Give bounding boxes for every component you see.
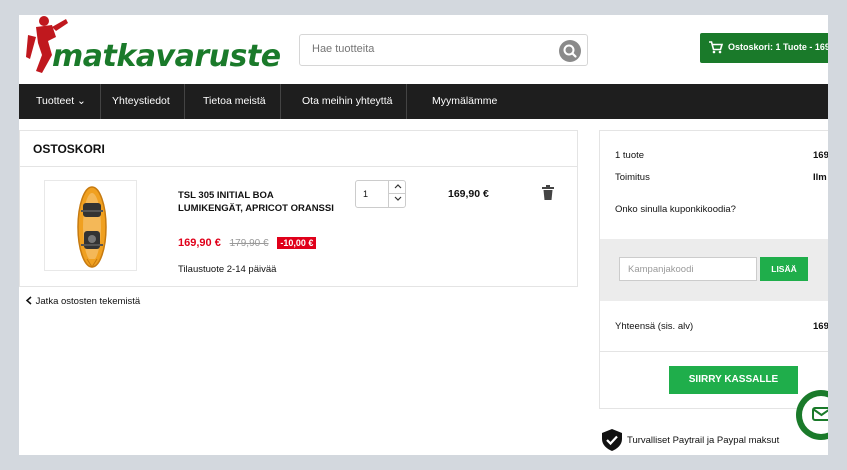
line-total: 169,90 € <box>448 188 489 200</box>
checkout-button[interactable]: SIIRRY KASSALLE <box>669 366 798 394</box>
price-row: 169,90 € 179,90 € -10,00 € <box>178 237 317 251</box>
chevron-up-icon <box>394 184 401 189</box>
order-summary: 1 tuote 169 Toimitus Ilm Onko sinulla ku… <box>599 130 828 409</box>
summary-divider <box>600 351 828 352</box>
continue-shopping-label: Jatka ostosten tekemistä <box>35 296 141 307</box>
search-bar <box>299 34 588 66</box>
shipping-value: Ilm <box>813 172 827 183</box>
quantity-up-button[interactable] <box>388 181 406 194</box>
cart-panel: OSTOSKORI TSL 305 INITIAL BOA LUMIKENGÄT… <box>19 130 578 287</box>
nav-item-myymalamme[interactable]: Myymälämme <box>418 84 511 119</box>
secure-payments-text: Turvalliset Paytrail ja Paypal maksut <box>627 435 780 446</box>
nav-item-tuotteet[interactable]: Tuotteet ⌄ <box>22 84 101 119</box>
total-value: 169 <box>813 321 828 332</box>
coupon-question[interactable]: Onko sinulla kuponkikoodia? <box>615 204 736 215</box>
cart-title: OSTOSKORI <box>33 142 105 156</box>
site-logo[interactable]: matkavaruste <box>22 15 292 77</box>
quantity-down-button[interactable] <box>388 194 406 207</box>
nav-item-tietoa-meista[interactable]: Tietoa meistä <box>189 84 281 119</box>
nav-item-yhteystiedot[interactable]: Yhteystiedot <box>98 84 185 119</box>
shopping-cart-icon <box>709 41 723 54</box>
coupon-input[interactable]: Kampanjakoodi <box>619 257 757 281</box>
quantity-stepper[interactable]: 1 <box>355 180 406 208</box>
trash-icon <box>542 185 554 200</box>
product-name[interactable]: TSL 305 INITIAL BOA LUMIKENGÄT, APRICOT … <box>178 189 338 215</box>
page: matkavaruste Ostoskori: 1 Tuote - 169,90… <box>19 15 828 455</box>
cart-header: OSTOSKORI <box>20 131 577 167</box>
search-button[interactable] <box>559 40 581 62</box>
snowshoe-image <box>77 186 107 268</box>
chat-icon <box>812 407 828 421</box>
chevron-down-icon <box>394 196 401 201</box>
continue-shopping-link[interactable]: Jatka ostosten tekemistä <box>25 296 140 307</box>
search-input[interactable] <box>312 43 552 55</box>
items-label: 1 tuote <box>615 150 645 161</box>
nav-item-ota-yhteytta[interactable]: Ota meihin yhteyttä <box>288 84 408 119</box>
delivery-info: Tilaustuote 2-14 päivää <box>178 264 277 275</box>
product-image[interactable] <box>44 180 137 271</box>
shield-check-icon <box>602 429 622 451</box>
coupon-add-button[interactable]: LISÄÄ <box>760 257 808 281</box>
product-price: 169,90 € <box>178 237 221 249</box>
product-old-price: 179,90 € <box>229 238 269 249</box>
chat-button-inner <box>802 396 828 434</box>
cart-button-label: Ostoskori: 1 Tuote - 169,90 € <box>728 42 828 52</box>
logo-text: matkavaruste <box>52 39 281 74</box>
discount-badge: -10,00 € <box>277 237 317 249</box>
remove-item-button[interactable] <box>542 185 554 200</box>
search-icon <box>563 44 577 58</box>
cart-button[interactable]: Ostoskori: 1 Tuote - 169,90 € <box>700 33 828 63</box>
quantity-value[interactable]: 1 <box>363 189 368 199</box>
total-label: Yhteensä (sis. alv) <box>615 321 694 332</box>
items-value: 169 <box>813 150 828 161</box>
chevron-left-icon <box>25 296 32 305</box>
shipping-label: Toimitus <box>615 172 650 183</box>
main-nav: Tuotteet ⌄ Yhteystiedot Tietoa meistä Ot… <box>19 84 828 119</box>
coupon-area: Kampanjakoodi LISÄÄ <box>600 239 828 301</box>
